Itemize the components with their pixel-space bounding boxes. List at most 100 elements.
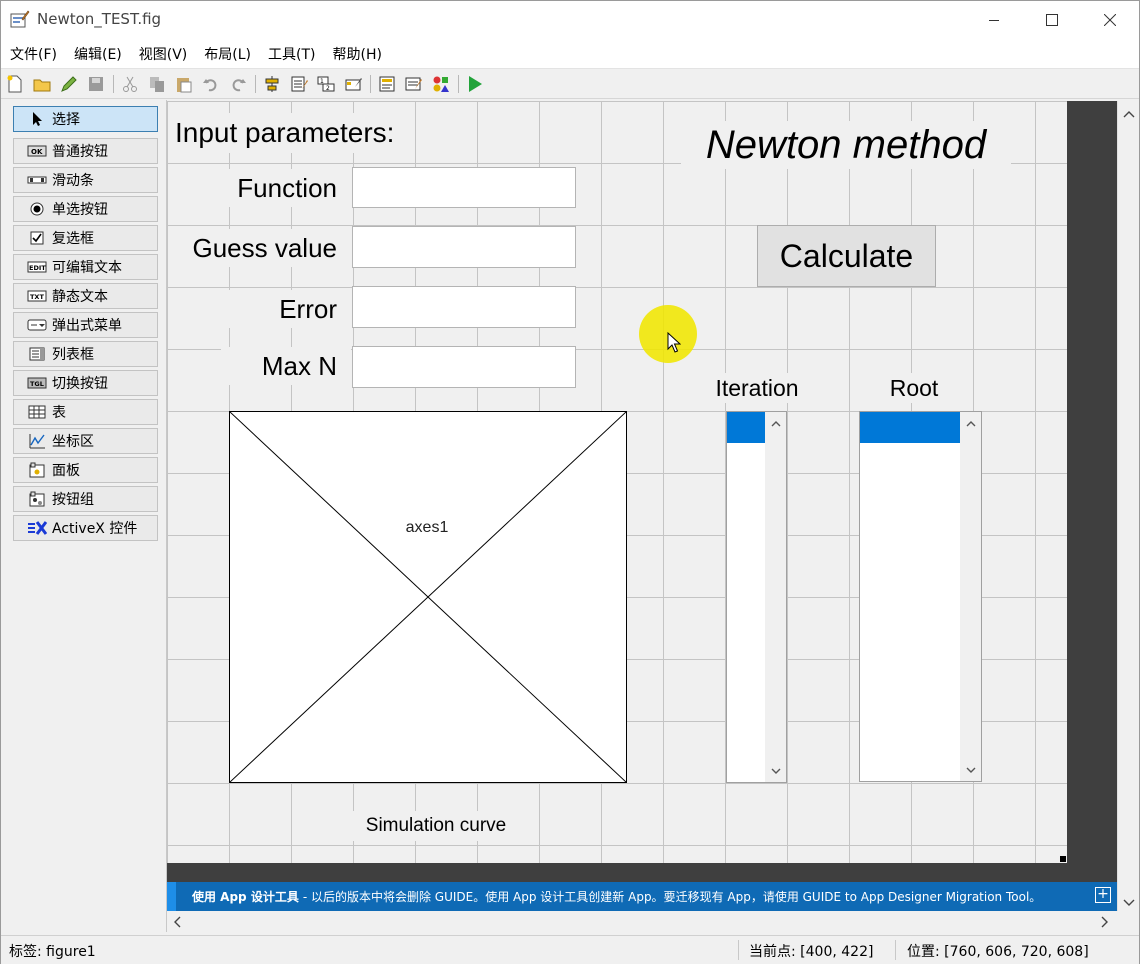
- maximize-button[interactable]: [1023, 1, 1081, 39]
- mouse-cursor-icon: [667, 332, 681, 353]
- palette-label: 面板: [52, 463, 80, 479]
- error-input[interactable]: [352, 286, 576, 328]
- palette-table[interactable]: 表: [13, 399, 158, 425]
- align-icon[interactable]: [261, 73, 283, 95]
- undo-icon[interactable]: [200, 73, 222, 95]
- tab-order-icon[interactable]: 12: [315, 73, 337, 95]
- palette-edit-text[interactable]: EDIT 可编辑文本: [13, 254, 158, 280]
- menu-file[interactable]: 文件(F): [3, 44, 64, 64]
- axes-cross-lines: [229, 411, 627, 783]
- palette-activex[interactable]: ActiveX 控件: [13, 515, 158, 541]
- arrow-pointer-icon: [26, 111, 48, 127]
- run-icon[interactable]: [464, 73, 486, 95]
- toolbar-editor-icon[interactable]: [342, 73, 364, 95]
- root-label[interactable]: Root: [873, 373, 955, 403]
- guess-value-input[interactable]: [352, 226, 576, 268]
- menu-edit[interactable]: 编辑(E): [67, 44, 129, 64]
- listbox-selected-row[interactable]: [860, 412, 961, 443]
- iteration-listbox[interactable]: [726, 411, 787, 783]
- listbox-scrollbar[interactable]: [765, 412, 786, 782]
- chevron-down-icon[interactable]: [765, 761, 786, 781]
- palette-static-text[interactable]: TXT 静态文本: [13, 283, 158, 309]
- chevron-up-icon[interactable]: [960, 413, 981, 433]
- chevron-left-icon[interactable]: [173, 916, 181, 932]
- palette-popup-menu[interactable]: 弹出式菜单: [13, 312, 158, 338]
- listbox-scrollbar[interactable]: [960, 412, 981, 781]
- menu-editor-icon[interactable]: [288, 73, 310, 95]
- svg-text:EDIT: EDIT: [29, 264, 46, 272]
- open-folder-icon[interactable]: [31, 73, 53, 95]
- status-bar: 标签: figure1 当前点: [400, 422] 位置: [760, 60…: [1, 935, 1139, 964]
- palette-label: ActiveX 控件: [52, 521, 138, 537]
- chevron-up-icon[interactable]: [765, 413, 786, 433]
- copy-icon[interactable]: [146, 73, 168, 95]
- menu-tools[interactable]: 工具(T): [261, 44, 322, 64]
- guess-value-label[interactable]: Guess value: [171, 229, 351, 267]
- svg-text:TXT: TXT: [30, 293, 44, 301]
- iteration-label[interactable]: Iteration: [707, 373, 807, 403]
- simulation-curve-label[interactable]: Simulation curve: [341, 811, 531, 841]
- max-n-label[interactable]: Max N: [221, 347, 351, 385]
- root-listbox[interactable]: [859, 411, 982, 782]
- minimize-icon: [989, 20, 999, 21]
- palette-label: 静态文本: [52, 289, 108, 305]
- new-file-icon[interactable]: [4, 73, 26, 95]
- chevron-up-icon[interactable]: [1123, 106, 1135, 122]
- save-icon[interactable]: [85, 73, 107, 95]
- figure-resize-handle[interactable]: [1060, 856, 1066, 862]
- cut-icon[interactable]: [119, 73, 141, 95]
- palette-listbox[interactable]: 列表框: [13, 341, 158, 367]
- maximize-icon: [1046, 14, 1058, 26]
- expand-icon[interactable]: +: [1095, 887, 1111, 903]
- close-icon: [1104, 14, 1116, 26]
- palette-button-group[interactable]: 按钮组: [13, 486, 158, 512]
- function-label[interactable]: Function: [171, 169, 351, 207]
- redo-icon[interactable]: [227, 73, 249, 95]
- input-parameters-label[interactable]: Input parameters:: [171, 113, 414, 153]
- table-icon: [26, 404, 48, 420]
- palette-toggle-button[interactable]: TGL 切换按钮: [13, 370, 158, 396]
- axes-placeholder[interactable]: [229, 411, 627, 783]
- canvas-outside-area-bottom: [167, 863, 1067, 882]
- chevron-right-icon[interactable]: [1101, 916, 1109, 932]
- palette-axes[interactable]: 坐标区: [13, 428, 158, 454]
- palette-label: 普通按钮: [52, 144, 108, 160]
- menu-layout[interactable]: 布局(L): [197, 44, 258, 64]
- close-button[interactable]: [1081, 1, 1139, 39]
- function-input[interactable]: [352, 167, 576, 208]
- palette-push-button[interactable]: OK 普通按钮: [13, 138, 158, 164]
- palette-slider[interactable]: 滑动条: [13, 167, 158, 193]
- palette-radio-button[interactable]: 单选按钮: [13, 196, 158, 222]
- matlab-fig-icon: [10, 10, 30, 28]
- palette-label: 按钮组: [52, 492, 94, 508]
- menu-help[interactable]: 帮助(H): [326, 44, 389, 64]
- vertical-scrollbar[interactable]: [1117, 101, 1139, 911]
- palette-panel[interactable]: 面板: [13, 457, 158, 483]
- listbox-selected-row[interactable]: [727, 412, 766, 443]
- object-browser-icon[interactable]: [430, 73, 452, 95]
- chevron-down-icon[interactable]: [960, 760, 981, 780]
- checkbox-icon: [26, 230, 48, 246]
- minimize-button[interactable]: [965, 1, 1023, 39]
- edit-icon[interactable]: [58, 73, 80, 95]
- edit-text-icon: EDIT: [26, 259, 48, 275]
- max-n-input[interactable]: [352, 346, 576, 388]
- listbox-icon: [26, 346, 48, 362]
- paste-icon[interactable]: [173, 73, 195, 95]
- editor-icon[interactable]: [376, 73, 398, 95]
- palette-select[interactable]: 选择: [13, 106, 158, 132]
- calculate-button[interactable]: Calculate: [757, 225, 936, 287]
- menu-view[interactable]: 视图(V): [132, 44, 195, 64]
- svg-text:OK: OK: [31, 148, 43, 156]
- error-label[interactable]: Error: [171, 290, 351, 328]
- palette-checkbox[interactable]: 复选框: [13, 225, 158, 251]
- chevron-down-icon[interactable]: [1123, 895, 1135, 911]
- property-inspector-icon[interactable]: [403, 73, 425, 95]
- banner-link[interactable]: 使用 App 设计工具: [192, 888, 299, 905]
- status-tag: 标签: figure1: [9, 944, 96, 960]
- horizontal-scrollbar[interactable]: [167, 911, 1117, 933]
- svg-text:TGL: TGL: [30, 380, 44, 388]
- newton-method-title[interactable]: Newton method: [681, 121, 1011, 169]
- palette-label: 单选按钮: [52, 202, 108, 218]
- canvas-outside-area: [1067, 101, 1117, 882]
